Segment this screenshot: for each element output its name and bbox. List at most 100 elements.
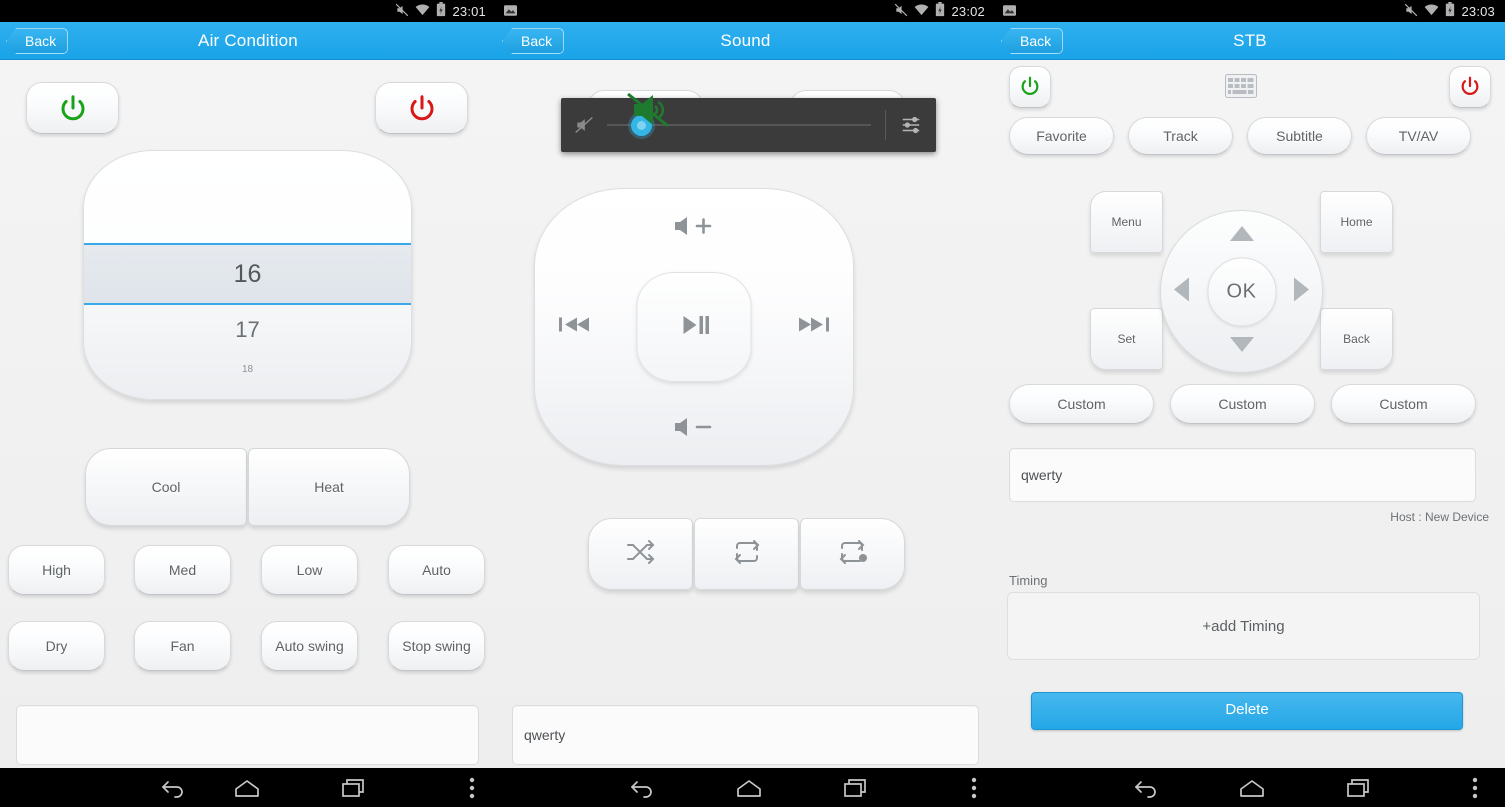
power-off-button[interactable] <box>1449 66 1491 108</box>
back-nav-icon[interactable] <box>1121 768 1171 807</box>
favorite-button[interactable]: Favorite <box>1009 117 1114 155</box>
stb-body: Favorite Track Subtitle TV/AV Menu Home … <box>995 60 1505 768</box>
device-name-input[interactable]: qwerty <box>512 705 979 765</box>
temperature-selected[interactable]: 16 <box>84 243 411 305</box>
overflow-menu-icon[interactable] <box>1455 768 1495 807</box>
left-arrow-icon <box>1173 277 1190 306</box>
custom-button-1[interactable]: Custom <box>1009 384 1154 424</box>
fan-speed-high-button[interactable]: High <box>8 545 105 595</box>
recents-nav-icon[interactable] <box>330 768 380 807</box>
nav-group-3 <box>1003 768 1505 807</box>
power-on-button[interactable] <box>1009 66 1051 108</box>
tv-av-button[interactable]: TV/AV <box>1366 117 1471 155</box>
shuffle-button[interactable] <box>588 518 693 590</box>
power-off-icon <box>1459 75 1481 100</box>
delete-button[interactable]: Delete <box>1031 692 1463 730</box>
overflow-menu-icon[interactable] <box>954 768 994 807</box>
dpad-left-button[interactable] <box>1173 276 1190 307</box>
ok-button[interactable]: OK <box>1207 257 1276 326</box>
back-dpad-button[interactable]: Back <box>1320 308 1393 370</box>
fan-speed-low-button[interactable]: Low <box>261 545 358 595</box>
subtitle-button[interactable]: Subtitle <box>1247 117 1352 155</box>
custom-button-3[interactable]: Custom <box>1331 384 1476 424</box>
playback-mode-group <box>588 518 906 590</box>
recents-nav-icon[interactable] <box>1335 768 1385 807</box>
power-on-button[interactable] <box>26 82 119 134</box>
home-nav-icon[interactable] <box>1227 768 1277 807</box>
next-track-icon <box>797 314 831 341</box>
status-time: 23:02 <box>951 3 985 19</box>
menu-button[interactable]: Menu <box>1090 191 1163 253</box>
temperature-picker[interactable]: 16 17 18 <box>83 150 412 400</box>
mode-heat-button[interactable]: Heat <box>248 448 410 526</box>
custom-button-2[interactable]: Custom <box>1170 384 1315 424</box>
dpad-right-button[interactable] <box>1293 276 1310 307</box>
status-time: 23:03 <box>1461 3 1495 19</box>
screenshot-icon <box>1003 4 1016 19</box>
back-button[interactable]: Back <box>502 28 565 54</box>
power-off-button[interactable] <box>375 82 468 134</box>
mute-indicator-icon <box>624 90 672 130</box>
function-stop-swing-button[interactable]: Stop swing <box>388 621 485 671</box>
power-on-icon <box>1019 75 1041 100</box>
volume-down-button[interactable] <box>673 416 715 443</box>
next-track-button[interactable] <box>797 314 831 341</box>
status-bar: 23:02 <box>496 0 995 22</box>
host-label: Host : New Device <box>1390 510 1489 524</box>
volume-mute-icon[interactable] <box>561 115 607 135</box>
mode-cool-button[interactable]: Cool <box>85 448 247 526</box>
temperature-next-value[interactable]: 17 <box>84 305 411 355</box>
mute-icon <box>1404 3 1418 20</box>
volume-overlay[interactable] <box>561 98 936 152</box>
panel-stb: 23:03 Back STB Favorite Track Subtitle T… <box>995 0 1505 768</box>
recents-nav-icon[interactable] <box>832 768 882 807</box>
fan-speed-auto-button[interactable]: Auto <box>388 545 485 595</box>
repeat-button[interactable] <box>694 518 799 590</box>
add-timing-button[interactable]: +add Timing <box>1007 592 1480 660</box>
device-name-input[interactable]: qwerty <box>1009 448 1476 502</box>
back-nav-icon[interactable] <box>148 768 198 807</box>
right-arrow-icon <box>1293 277 1310 306</box>
panel-sound: 23:02 Back Sound qwerty <box>496 0 995 768</box>
back-button[interactable]: Back <box>6 28 69 54</box>
back-button[interactable]: Back <box>1001 28 1064 54</box>
back-nav-icon[interactable] <box>617 768 667 807</box>
fan-speed-med-button[interactable]: Med <box>134 545 231 595</box>
dpad-down-button[interactable] <box>1229 336 1255 358</box>
status-bar-left <box>995 4 1404 19</box>
keyboard-icon[interactable] <box>1225 74 1257 103</box>
battery-icon <box>1445 2 1455 20</box>
volume-up-icon <box>673 215 715 242</box>
overflow-menu-icon[interactable] <box>452 768 492 807</box>
mode-segmented-control: Cool Heat <box>85 448 410 526</box>
temperature-selected-value: 16 <box>233 259 262 288</box>
home-button[interactable]: Home <box>1320 191 1393 253</box>
function-fan-button[interactable]: Fan <box>134 621 231 671</box>
sound-settings-icon[interactable] <box>886 114 936 136</box>
temperature-far-value[interactable]: 18 <box>84 359 411 379</box>
down-arrow-icon <box>1229 337 1255 357</box>
function-auto-swing-button[interactable]: Auto swing <box>261 621 358 671</box>
mute-icon <box>894 3 908 20</box>
play-pause-button[interactable] <box>636 272 752 382</box>
navigation-bar <box>0 768 1505 807</box>
play-pause-icon <box>677 312 711 343</box>
nav-group-2 <box>502 768 1004 807</box>
set-button[interactable]: Set <box>1090 308 1163 370</box>
home-nav-icon[interactable] <box>724 768 774 807</box>
status-bar-right: 23:02 <box>894 2 995 20</box>
status-bar-left <box>496 4 894 19</box>
battery-icon <box>436 2 446 20</box>
device-name-input[interactable] <box>16 705 479 765</box>
volume-up-button[interactable] <box>673 215 715 242</box>
track-button[interactable]: Track <box>1128 117 1233 155</box>
repeat-icon <box>732 539 762 570</box>
ac-body: 16 17 18 Cool Heat High Med Low Auto Dry… <box>0 60 496 768</box>
panel-air-condition: 23:01 Back Air Condition 16 17 18 Cool H… <box>0 0 496 768</box>
repeat-one-button[interactable] <box>800 518 905 590</box>
dpad-up-button[interactable] <box>1229 225 1255 247</box>
function-dry-button[interactable]: Dry <box>8 621 105 671</box>
previous-track-button[interactable] <box>557 314 591 341</box>
home-nav-icon[interactable] <box>222 768 272 807</box>
power-on-icon <box>58 93 88 123</box>
